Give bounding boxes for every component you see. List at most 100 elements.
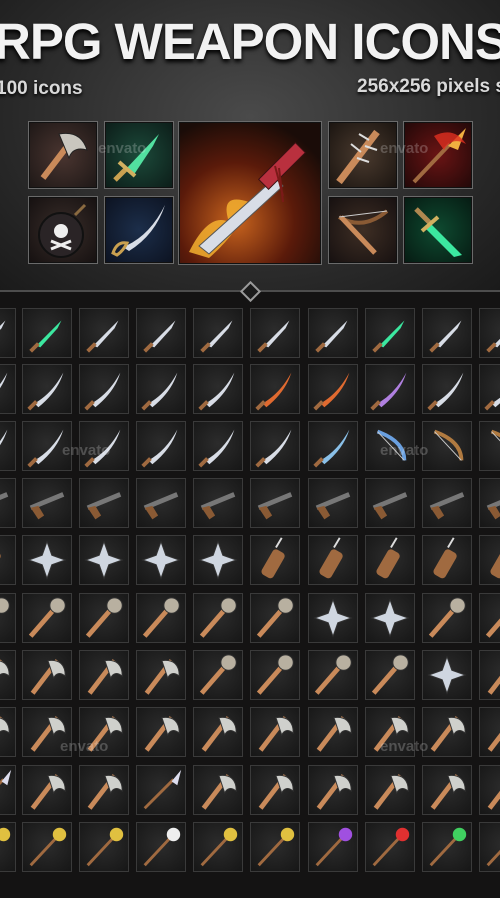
pistol-icon (479, 478, 500, 528)
spear-icon (0, 765, 16, 815)
quiver-icon (422, 535, 472, 585)
musket-icon (193, 478, 243, 528)
halberd-icon (22, 765, 72, 815)
icon-grid: envato envato envato envato (0, 300, 500, 898)
featured-bomb-icon (28, 196, 98, 264)
spear-icon (136, 765, 186, 815)
fire-sword-icon (308, 364, 358, 414)
blue-sword-icon (308, 421, 358, 471)
halberd-icon (365, 765, 415, 815)
green-staff-icon (422, 822, 472, 872)
watermark-text: envato (380, 140, 429, 157)
axe-icon (193, 707, 243, 757)
watermark-text: envato (380, 738, 429, 755)
pistol-icon (365, 478, 415, 528)
magic-staff-icon (250, 822, 300, 872)
throwing-star-icon (79, 535, 129, 585)
long-sword-icon (136, 421, 186, 471)
axe-icon (0, 707, 16, 757)
horn-icon (22, 650, 72, 700)
double-axe-icon (79, 650, 129, 700)
axe-icon (422, 707, 472, 757)
featured-flaming-katana-icon (178, 121, 322, 265)
morning-star-icon (422, 650, 472, 700)
page-title: RPG WEAPON ICONS 04 (0, 13, 500, 70)
club-icon (193, 593, 243, 643)
cannonball-icon (22, 478, 72, 528)
axe-icon (479, 765, 500, 815)
chain-ball-icon (250, 650, 300, 700)
saber-icon (22, 364, 72, 414)
banner-header: RPG WEAPON ICONS 04 100 icons 256x256 pi… (0, 0, 500, 292)
axe-icon (250, 707, 300, 757)
short-sword-icon (422, 364, 472, 414)
bow-icon (422, 421, 472, 471)
featured-green-dagger-icon (403, 196, 473, 264)
cannon-icon (79, 478, 129, 528)
staff-icon (22, 822, 72, 872)
featured-axe-icon (28, 121, 98, 189)
spiked-club-icon (422, 593, 472, 643)
mace-icon (250, 593, 300, 643)
green-dagger-icon (22, 308, 72, 358)
halberd-icon (193, 765, 243, 815)
dragon-staff-icon (79, 822, 129, 872)
scimitar-icon (79, 364, 129, 414)
eye-staff-icon (193, 822, 243, 872)
featured-saber-icon (104, 196, 174, 264)
sword-icon (0, 421, 16, 471)
sword-icon (250, 421, 300, 471)
sickle-sword-icon (193, 364, 243, 414)
watermark-text: envato (62, 442, 111, 459)
axe-icon (0, 650, 16, 700)
axe-icon (479, 650, 500, 700)
staff-icon (479, 822, 500, 872)
sword-icon (193, 421, 243, 471)
watermark-text: envato (380, 442, 429, 459)
bone-blade-icon (79, 308, 129, 358)
spiked-club-icon (479, 593, 500, 643)
quiver-icon (0, 535, 16, 585)
morning-star-icon (308, 593, 358, 643)
cannon-icon (136, 478, 186, 528)
pistol-icon (308, 478, 358, 528)
green-dagger-icon (365, 308, 415, 358)
axe-icon (422, 765, 472, 815)
purple-sword-icon (365, 364, 415, 414)
halberd-icon (250, 765, 300, 815)
morning-star-icon (365, 593, 415, 643)
halberd-icon (79, 765, 129, 815)
bow-icon (479, 421, 500, 471)
axe-icon (308, 707, 358, 757)
short-sword-icon (136, 364, 186, 414)
axe-icon (136, 707, 186, 757)
dagger-icon (250, 308, 300, 358)
war-hammer-icon (22, 593, 72, 643)
pistol-icon (0, 478, 16, 528)
spiked-club-icon (308, 650, 358, 700)
icon-count-label: 100 icons (0, 78, 83, 99)
fire-sword-icon (250, 364, 300, 414)
purple-staff-icon (308, 822, 358, 872)
short-sword-icon (479, 364, 500, 414)
glaive-icon (308, 765, 358, 815)
staff-icon (0, 822, 16, 872)
flail-icon (193, 650, 243, 700)
knife-icon (0, 308, 16, 358)
quiver-icon (308, 535, 358, 585)
shuriken-icon (193, 535, 243, 585)
icon-size-label: 256x256 pixels s (357, 76, 500, 97)
bronze-dagger-icon (308, 308, 358, 358)
curved-knife-icon (193, 308, 243, 358)
pistol-icon (422, 478, 472, 528)
dagger-icon (479, 308, 500, 358)
skull-staff-icon (136, 822, 186, 872)
watermark-text: envato (60, 738, 109, 755)
featured-crossbow-icon (328, 196, 398, 264)
mace-icon (136, 593, 186, 643)
hammer-icon (0, 593, 16, 643)
musket-icon (250, 478, 300, 528)
battle-axe-icon (136, 650, 186, 700)
axe-icon (479, 707, 500, 757)
claw-icon (22, 535, 72, 585)
